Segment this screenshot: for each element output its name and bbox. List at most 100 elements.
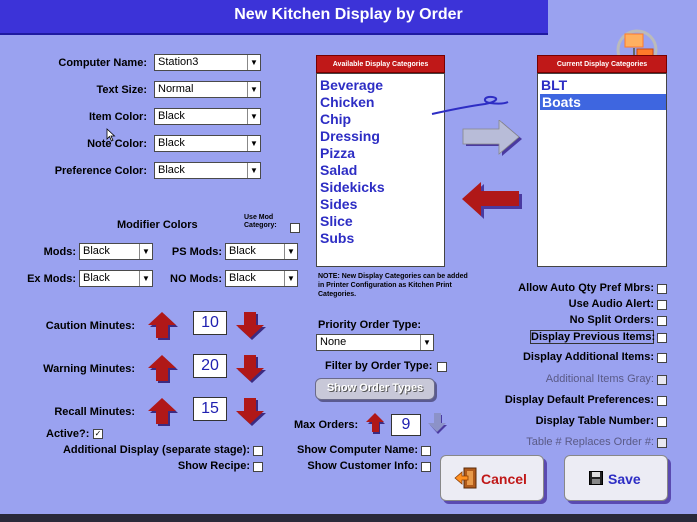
display-previous-items-label: Display Previous Items:: [530, 330, 656, 344]
priority-order-type-select[interactable]: None ▼: [316, 334, 434, 351]
list-item[interactable]: Chicken: [320, 94, 374, 110]
down-arrow-icon[interactable]: [236, 397, 268, 427]
use-audio-alert-checkbox[interactable]: [657, 300, 667, 310]
save-label: Save: [608, 471, 641, 487]
ex-mods-value: Black: [83, 272, 110, 284]
window-title: New Kitchen Display by Order: [234, 6, 463, 23]
chevron-down-icon: ▼: [284, 271, 297, 286]
recall-minutes-label: Recall Minutes:: [54, 406, 135, 418]
note-color-label: Note Color:: [87, 138, 147, 150]
ex-mods-label: Ex Mods:: [27, 273, 76, 285]
categories-note: NOTE: New Display Categories can be adde…: [318, 273, 468, 298]
computer-name-value: Station3: [158, 56, 199, 68]
show-customer-info-label: Show Customer Info:: [307, 460, 418, 472]
priority-order-type-value: None: [320, 336, 347, 348]
caution-minutes-field[interactable]: 10: [193, 311, 227, 335]
floppy-disk-icon: [589, 471, 603, 485]
list-item[interactable]: Chip: [320, 111, 351, 127]
show-order-types-button[interactable]: Show Order Types: [315, 378, 435, 400]
current-categories-list[interactable]: BLT Boats: [537, 73, 667, 267]
computer-name-select[interactable]: Station3 ▼: [154, 54, 261, 71]
mods-label: Mods:: [43, 246, 76, 258]
show-recipe-checkbox[interactable]: [253, 462, 263, 472]
no-split-orders-checkbox[interactable]: [657, 316, 667, 326]
save-button[interactable]: Save: [564, 455, 668, 501]
no-mods-label: NO Mods:: [170, 273, 222, 285]
chevron-down-icon: ▼: [247, 136, 260, 151]
right-arrow-icon[interactable]: [462, 120, 524, 158]
display-previous-items-checkbox[interactable]: [657, 333, 667, 343]
scribble-annotation: [431, 95, 509, 115]
no-mods-select[interactable]: Black ▼: [225, 270, 298, 287]
active-checkbox[interactable]: ✓: [93, 429, 103, 439]
item-color-select[interactable]: Black ▼: [154, 108, 261, 125]
use-mod-category-checkbox[interactable]: [290, 223, 300, 233]
list-item[interactable]: Sides: [320, 196, 357, 212]
additional-display-checkbox[interactable]: [253, 446, 263, 456]
down-arrow-icon[interactable]: [236, 354, 268, 384]
active-label: Active?:: [46, 428, 90, 440]
allow-auto-qty-pref-mbrs-checkbox[interactable]: [657, 284, 667, 294]
up-arrow-icon[interactable]: [148, 354, 180, 384]
show-customer-info-checkbox[interactable]: [421, 462, 431, 472]
ex-mods-select[interactable]: Black ▼: [79, 270, 153, 287]
list-item[interactable]: Beverage: [320, 77, 383, 93]
chevron-down-icon: ▼: [247, 55, 260, 70]
down-arrow-icon[interactable]: [236, 311, 268, 341]
priority-order-type-label: Priority Order Type:: [318, 319, 422, 331]
cancel-label: Cancel: [481, 471, 527, 487]
up-arrow-icon[interactable]: [148, 311, 180, 341]
list-item[interactable]: Subs: [320, 230, 354, 246]
list-item[interactable]: BLT: [541, 77, 567, 93]
list-item[interactable]: Dressing: [320, 128, 380, 144]
modifier-colors-title: Modifier Colors: [117, 219, 198, 231]
display-additional-items-label: Display Additional Items:: [522, 351, 654, 363]
ps-mods-value: Black: [229, 245, 256, 257]
warning-minutes-label: Warning Minutes:: [43, 363, 135, 375]
mods-value: Black: [83, 245, 110, 257]
list-item[interactable]: Salad: [320, 162, 357, 178]
preference-color-label: Preference Color:: [54, 165, 147, 177]
preference-color-select[interactable]: Black ▼: [154, 162, 261, 179]
exit-door-icon: [454, 467, 477, 489]
show-recipe-label: Show Recipe:: [177, 460, 250, 472]
additional-items-gray-checkbox[interactable]: [657, 375, 667, 385]
text-size-select[interactable]: Normal ▼: [154, 81, 261, 98]
display-default-preferences-checkbox[interactable]: [657, 396, 667, 406]
note-color-select[interactable]: Black ▼: [154, 135, 261, 152]
mods-select[interactable]: Black ▼: [79, 243, 153, 260]
filter-by-order-type-label: Filter by Order Type:: [325, 360, 433, 372]
chevron-down-icon: ▼: [139, 244, 152, 259]
display-default-preferences-label: Display Default Preferences:: [504, 394, 654, 406]
show-computer-name-checkbox[interactable]: [421, 446, 431, 456]
ps-mods-select[interactable]: Black ▼: [225, 243, 298, 260]
filter-by-order-type-checkbox[interactable]: [437, 362, 447, 372]
max-orders-label: Max Orders:: [294, 419, 359, 431]
computer-name-label: Computer Name:: [58, 57, 147, 69]
no-mods-value: Black: [229, 272, 256, 284]
display-additional-items-checkbox[interactable]: [657, 353, 667, 363]
cancel-button[interactable]: Cancel: [440, 455, 544, 501]
list-item[interactable]: Sidekicks: [320, 179, 385, 195]
list-item-selected[interactable]: Boats: [540, 94, 666, 110]
available-categories-header: Available Display Categories: [316, 55, 445, 73]
note-color-value: Black: [158, 137, 185, 149]
left-arrow-icon[interactable]: [462, 182, 524, 220]
allow-auto-qty-pref-mbrs-label: Allow Auto Qty Pref Mbrs:: [518, 282, 654, 294]
available-categories-list[interactable]: Beverage Chicken Chip Dressing Pizza Sal…: [316, 73, 445, 267]
up-arrow-icon[interactable]: [148, 397, 180, 427]
preference-color-value: Black: [158, 164, 185, 176]
use-audio-alert-label: Use Audio Alert:: [568, 298, 654, 310]
max-orders-field[interactable]: 9: [391, 414, 421, 436]
list-item[interactable]: Pizza: [320, 145, 355, 161]
ps-mods-label: PS Mods:: [171, 246, 222, 258]
display-table-number-checkbox[interactable]: [657, 417, 667, 427]
down-arrow-icon[interactable]: [428, 413, 448, 435]
warning-minutes-field[interactable]: 20: [193, 354, 227, 378]
table-replaces-order-checkbox[interactable]: [657, 438, 667, 448]
recall-minutes-field[interactable]: 15: [193, 397, 227, 421]
display-table-number-label: Display Table Number:: [535, 415, 654, 427]
up-arrow-icon[interactable]: [366, 413, 386, 435]
list-item[interactable]: Slice: [320, 213, 353, 229]
chevron-down-icon: ▼: [247, 163, 260, 178]
